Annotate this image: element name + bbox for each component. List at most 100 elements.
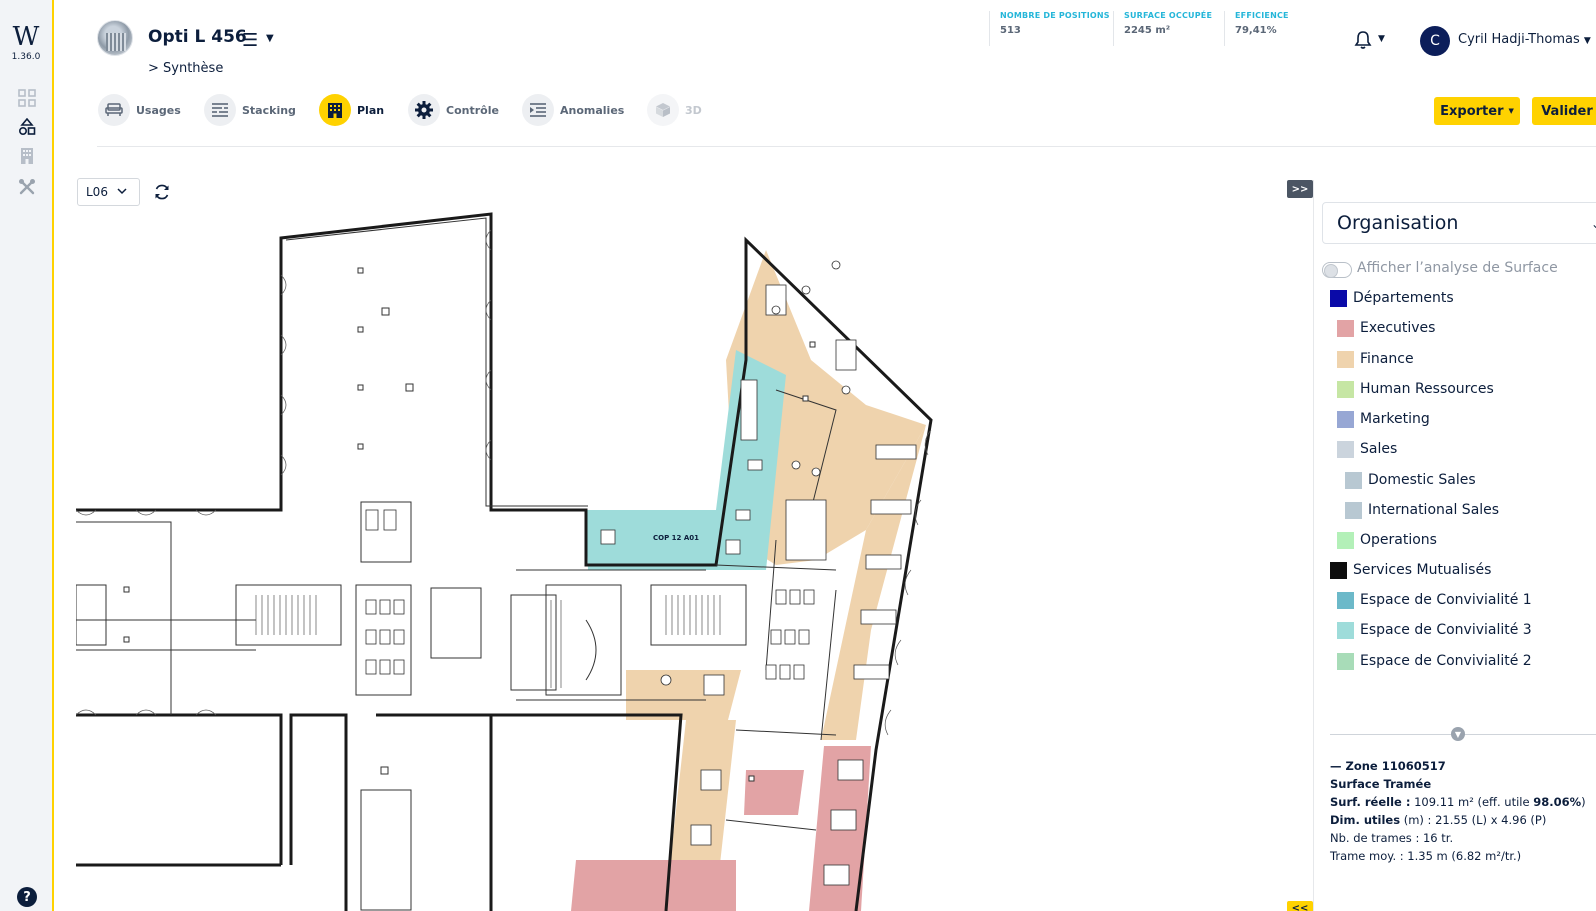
project-avatar xyxy=(97,20,133,56)
tab-label: Contrôle xyxy=(446,103,499,117)
kpi-label: SURFACE OCCUPÉE xyxy=(1124,11,1213,20)
legend-item[interactable]: Sales ▼ xyxy=(1337,439,1596,459)
legend-swatch xyxy=(1337,410,1354,428)
chevron-down-icon: ⌄ xyxy=(1590,217,1596,231)
legend-label: International Sales xyxy=(1368,502,1500,518)
kpi-surface: SURFACE OCCUPÉE 2245 m² xyxy=(1113,11,1212,46)
breadcrumb[interactable]: > Synthèse xyxy=(148,61,223,76)
legend-label: Human Ressources xyxy=(1360,381,1494,397)
sofa-icon xyxy=(98,94,130,126)
legend-item[interactable]: Espace de Convivialité 1 xyxy=(1337,590,1532,610)
floor-value: L06 xyxy=(86,185,108,199)
building-icon xyxy=(319,94,351,126)
floor-select[interactable]: L06 xyxy=(77,178,140,206)
legend-item[interactable]: Espace de Convivialité 3 xyxy=(1337,620,1532,640)
legend-label: Domestic Sales xyxy=(1368,472,1476,488)
chevron-down-icon[interactable]: ▼ xyxy=(1378,34,1385,44)
legend-swatch xyxy=(1337,319,1354,337)
user-menu[interactable]: Cyril Hadji-Thomas ▼ xyxy=(1458,32,1591,47)
legend-label: Finance xyxy=(1360,351,1414,367)
legend-swatch xyxy=(1345,471,1362,489)
tab-usages[interactable]: Usages xyxy=(98,93,181,127)
zone-title: — Zone 11060517 xyxy=(1330,759,1446,773)
shapes-icon[interactable] xyxy=(16,116,38,138)
legend-item[interactable]: Services Mutualisés ▼ xyxy=(1330,560,1596,580)
room-label: COP 12 A01 xyxy=(653,534,699,542)
collapse-panel-button[interactable]: >> xyxy=(1287,180,1313,198)
legend-label: Services Mutualisés xyxy=(1353,562,1492,578)
legend-label: Espace de Convivialité 1 xyxy=(1360,592,1532,608)
list-indent-icon xyxy=(522,94,554,126)
legend-item[interactable]: Départements ▼ xyxy=(1330,288,1596,308)
legend-swatch xyxy=(1337,350,1354,368)
export-button[interactable]: Exporter ▼ xyxy=(1434,97,1520,125)
legend-label: Espace de Convivialité 2 xyxy=(1360,653,1532,669)
legend-item[interactable]: Espace de Convivialité 2 xyxy=(1337,651,1532,671)
legend-swatch xyxy=(1345,501,1362,519)
legend-swatch xyxy=(1337,591,1354,609)
hamburger-menu-icon[interactable]: ☰ xyxy=(242,30,258,51)
zone-surf-value: 109.11 m² xyxy=(1410,795,1474,809)
chevron-down-icon[interactable]: ▼ xyxy=(266,33,274,44)
tools-icon[interactable] xyxy=(16,176,38,198)
surface-analysis-toggle[interactable] xyxy=(1322,262,1352,278)
stacking-icon xyxy=(204,94,236,126)
tab-label: Anomalies xyxy=(560,103,625,117)
tab-plan[interactable]: Plan xyxy=(319,93,384,127)
export-label: Exporter xyxy=(1440,103,1504,119)
tab-label: 3D xyxy=(685,103,702,117)
legend-item[interactable]: Domestic Sales xyxy=(1345,470,1476,490)
refresh-icon[interactable] xyxy=(153,183,171,201)
legend-label: Marketing xyxy=(1360,411,1430,427)
toggle-label: Afficher l’analyse de Surface xyxy=(1357,260,1558,276)
kpi-label: EFFICIENCE xyxy=(1235,11,1289,20)
kpi-label: NOMBRE DE POSITIONS xyxy=(1000,11,1110,20)
expand-panel-button[interactable]: << xyxy=(1287,901,1313,911)
legend-label: Executives xyxy=(1360,320,1436,336)
chevron-down-icon: ▼ xyxy=(1583,36,1591,46)
left-rail: W 1.36.0 ? xyxy=(0,0,54,911)
user-name: Cyril Hadji-Thomas xyxy=(1458,32,1580,47)
user-avatar[interactable]: C xyxy=(1420,26,1450,56)
legend-item[interactable]: International Sales xyxy=(1345,500,1499,520)
app-logo[interactable]: W 1.36.0 xyxy=(10,24,42,62)
zone-dimensions: Dim. utiles (m) : 21.55 (L) x 4.96 (P) xyxy=(1330,813,1546,827)
zone-eff-prefix: (eff. utile xyxy=(1473,795,1534,809)
floor-plan[interactable]: COP 12 A01 xyxy=(75,210,1316,911)
kpi-value: 513 xyxy=(1000,25,1021,36)
legend-label: Sales xyxy=(1360,441,1398,457)
zone-dim-label: Dim. utiles xyxy=(1330,813,1401,827)
tab-stacking[interactable]: Stacking xyxy=(204,93,296,127)
chevron-down-icon: ▼ xyxy=(1508,107,1514,115)
legend-item[interactable]: Finance xyxy=(1337,349,1414,369)
legend-swatch xyxy=(1337,531,1354,549)
legend-swatch xyxy=(1337,440,1354,458)
legend-item[interactable]: Executives xyxy=(1337,318,1435,338)
project-title[interactable]: Opti L 456 xyxy=(148,27,247,47)
app-version: 1.36.0 xyxy=(11,52,41,62)
building-icon[interactable] xyxy=(16,145,38,167)
tab-anomalies[interactable]: Anomalies xyxy=(522,93,624,127)
legend-swatch xyxy=(1330,289,1347,307)
tab-label: Usages xyxy=(136,103,181,117)
kpi-value: 79,41% xyxy=(1235,25,1277,36)
help-button[interactable]: ? xyxy=(17,887,37,907)
dashboard-icon[interactable] xyxy=(16,87,38,109)
legend-swatch xyxy=(1337,621,1354,639)
zone-trame-moy: Trame moy. : 1.35 m (6.82 m²/tr.) xyxy=(1330,849,1522,863)
organisation-select[interactable]: Organisation ⌄ xyxy=(1322,202,1596,244)
bell-icon[interactable] xyxy=(1354,30,1374,52)
legend-swatch xyxy=(1330,561,1347,579)
tab-label: Stacking xyxy=(242,103,296,117)
tab-3d[interactable]: 3D xyxy=(647,93,702,127)
validate-button[interactable]: Valider xyxy=(1532,97,1596,125)
chevron-down-icon[interactable]: ▼ xyxy=(1451,727,1465,741)
legend-item[interactable]: Human Ressources xyxy=(1337,379,1494,399)
kpi-positions: NOMBRE DE POSITIONS 513 xyxy=(989,11,1110,46)
legend-item[interactable]: Operations xyxy=(1337,530,1437,550)
legend-item[interactable]: Marketing xyxy=(1337,409,1430,429)
zone-surface: Surf. réelle : 109.11 m² (eff. utile 98.… xyxy=(1330,795,1586,809)
chevron-down-icon xyxy=(117,185,127,199)
tab-controle[interactable]: Contrôle xyxy=(408,93,499,127)
legend-label: Operations xyxy=(1360,532,1437,548)
